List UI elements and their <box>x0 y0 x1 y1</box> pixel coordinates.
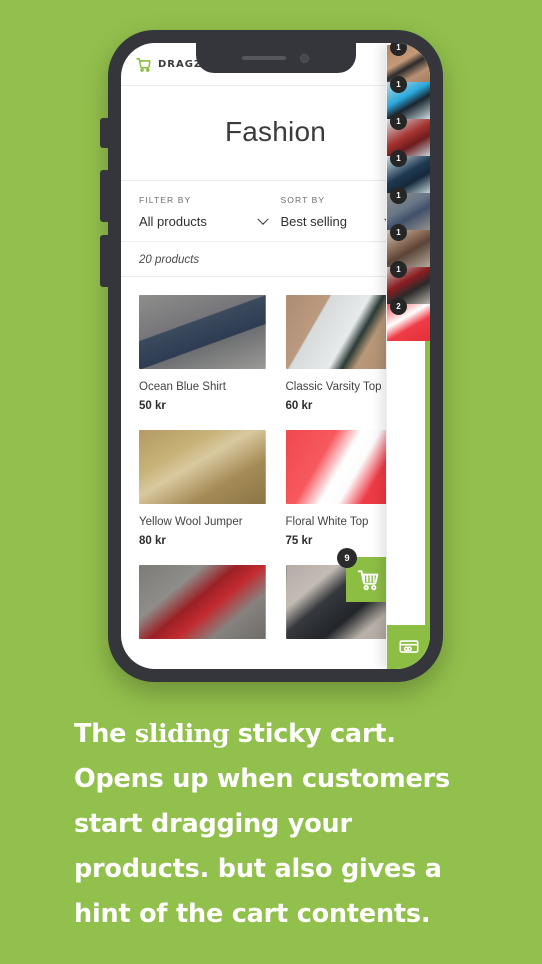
product-image[interactable] <box>139 564 266 639</box>
earpiece-speaker <box>242 56 286 60</box>
filter-group: FILTER BY All products <box>139 195 271 229</box>
cart-item-quantity: 1 <box>390 224 407 241</box>
product-name: Yellow Wool Jumper <box>139 515 243 528</box>
phone-mockup: DRAGZONE Fashion FILTER BY All products … <box>100 30 443 682</box>
phone-notch <box>195 43 356 73</box>
phone-button-silent[interactable] <box>100 118 110 148</box>
caption-line-4: products. but also gives a <box>74 853 442 884</box>
caption-line1-part1: The <box>74 719 135 749</box>
product-card[interactable]: Yellow Wool Jumper 80 kr <box>139 429 266 547</box>
chevron-down-icon <box>256 213 269 225</box>
caption-emphasis-word: sliding <box>134 719 230 749</box>
shopping-cart-icon <box>356 567 382 593</box>
caption-line-2: Opens up when customers <box>74 763 450 794</box>
filter-by-label: FILTER BY <box>139 195 192 205</box>
product-card[interactable]: Ocean Blue Shirt 50 kr <box>139 295 266 412</box>
cart-item-quantity: 1 <box>390 113 407 130</box>
cart-item-quantity: 1 <box>390 187 407 204</box>
product-card[interactable] <box>139 564 266 639</box>
cart-item-quantity: 1 <box>390 43 407 56</box>
cart-item-quantity: 2 <box>390 298 407 315</box>
filter-bar: FILTER BY All products SORT BY Best sell… <box>121 181 430 242</box>
sticky-cart-panel[interactable]: 1 1 1 1 1 1 1 2 <box>386 43 430 669</box>
product-image[interactable] <box>139 429 266 504</box>
phone-screen: DRAGZONE Fashion FILTER BY All products … <box>121 43 430 669</box>
sticky-cart-items: 1 1 1 1 1 1 1 2 <box>387 43 430 341</box>
caption-line-3: start dragging your <box>74 808 352 839</box>
phone-button-volume-up[interactable] <box>100 170 110 222</box>
product-grid-scroll[interactable]: Ocean Blue Shirt 50 kr Classic Varsity T… <box>121 277 430 639</box>
caption-line-1: The sliding sticky cart. <box>74 712 496 757</box>
filter-by-value: All products <box>139 214 207 229</box>
phone-button-volume-down[interactable] <box>100 235 110 287</box>
floating-cart-button[interactable]: 9 <box>337 548 391 602</box>
product-name: Ocean Blue Shirt <box>139 381 226 393</box>
caption-text: The sliding sticky cart. Opens up when c… <box>74 712 496 936</box>
page-title: Fashion <box>121 86 430 181</box>
cart-badge-count: 9 <box>337 548 357 568</box>
caption-line1-part2: sticky cart. <box>229 719 396 749</box>
product-image[interactable] <box>139 295 266 369</box>
checkout-button[interactable] <box>387 625 430 669</box>
shopping-cart-icon <box>135 56 152 73</box>
cart-item-quantity: 1 <box>390 150 407 167</box>
caption-line-5: hint of the cart contents. <box>74 898 431 929</box>
product-price: 50 kr <box>139 399 166 412</box>
cart-item[interactable]: 2 <box>387 298 430 341</box>
front-camera <box>300 53 309 63</box>
sort-by-value: Best selling <box>280 214 347 229</box>
credit-card-icon <box>398 636 420 658</box>
product-count: 20 products <box>121 242 430 277</box>
cart-item-quantity: 1 <box>390 76 407 93</box>
cart-item-quantity: 1 <box>390 261 407 278</box>
product-price: 80 kr <box>139 534 166 547</box>
filter-by-dropdown[interactable]: All products <box>139 213 271 229</box>
